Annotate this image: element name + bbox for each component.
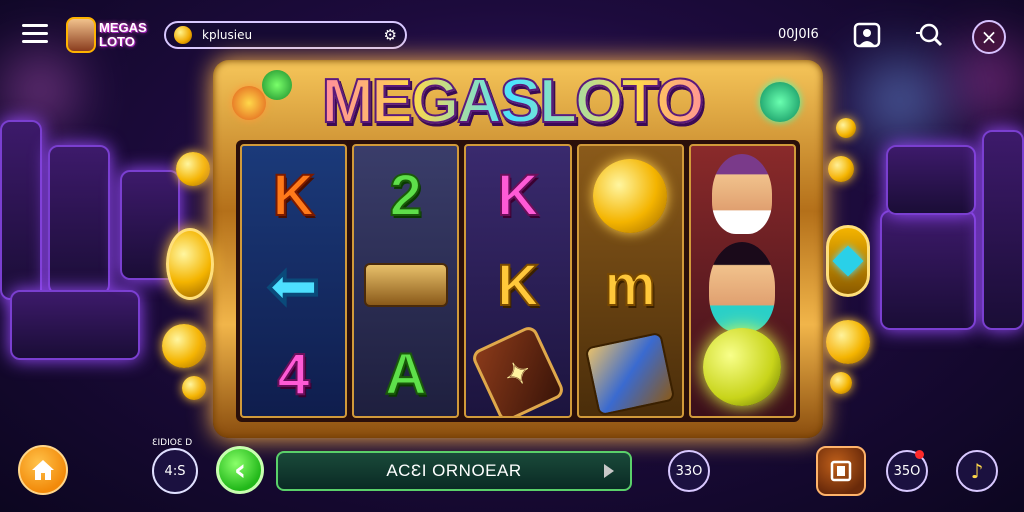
floating-coin <box>162 324 206 368</box>
arrow-symbol-icon: ⬅ <box>267 251 321 322</box>
floating-coin <box>182 376 206 400</box>
arcade-cabinet <box>886 145 976 215</box>
stage-light <box>860 60 940 140</box>
brand-text: MEGAS LOTO <box>99 21 147 49</box>
gallery-icon <box>830 460 852 482</box>
brand-logo[interactable]: MEGAS LOTO <box>66 14 156 56</box>
brand-line-2: LOTO <box>99 34 135 49</box>
home-icon <box>32 460 54 480</box>
reel-symbol: K <box>272 162 316 229</box>
reel-1: K ⬅ 4 <box>240 144 348 418</box>
floating-coin <box>836 118 856 138</box>
reel-2: 2 A <box>352 144 460 418</box>
arcade-cabinet <box>48 145 110 295</box>
reel-3: K K ✦ <box>464 144 572 418</box>
stat-button[interactable]: 33O <box>668 450 710 492</box>
arcade-cabinet <box>880 210 976 330</box>
arcade-cabinet <box>10 290 140 360</box>
bet-selector[interactable]: 4:S <box>152 448 198 494</box>
settings-icon[interactable]: ⚙ <box>384 26 397 44</box>
cube-symbol-icon <box>579 330 682 416</box>
floating-coin <box>828 156 854 182</box>
golden-orb-icon <box>703 328 782 406</box>
brand-line-1: MEGAS <box>99 20 147 35</box>
music-note-icon: ♪ <box>970 459 984 483</box>
side-gem-right <box>826 225 870 297</box>
reel-symbol: 2 <box>389 162 423 229</box>
bet-label: ƐIDIOƐ D <box>152 438 193 448</box>
action-button[interactable]: ACƐI ORNOEAR <box>276 451 632 491</box>
gem-ornament <box>760 82 800 122</box>
brand-avatar <box>66 17 96 53</box>
bottom-bar: ƐIDIOƐ D 4:S ‹ ACƐI ORNOEAR 33O 35O ♪ <box>0 436 1024 512</box>
arcade-cabinet <box>0 120 42 300</box>
gallery-button[interactable] <box>816 446 866 496</box>
bet-value: 4:S <box>164 463 186 479</box>
menu-icon[interactable] <box>22 24 48 44</box>
gold-bars-icon <box>354 241 457 330</box>
notification-dot <box>915 450 924 459</box>
profile-icon[interactable] <box>852 20 882 50</box>
stat-value: 33O <box>675 463 703 479</box>
search-text: kplusieu <box>202 28 253 42</box>
scroll-symbol-icon: ✦ <box>466 324 569 416</box>
game-title: MEGASLOTO <box>262 62 762 142</box>
search-icon[interactable] <box>914 20 944 50</box>
chevron-left-icon: ‹ <box>233 452 247 488</box>
coin-icon <box>174 26 192 44</box>
reel-5 <box>688 144 797 418</box>
reel-symbol: K <box>496 162 540 229</box>
floating-coin <box>830 372 852 394</box>
balance-counter: 00J0I6 <box>778 27 819 42</box>
spin-button[interactable]: ‹ <box>216 446 264 494</box>
side-coin-left <box>166 228 214 300</box>
notifications-button[interactable]: 35O <box>886 450 928 492</box>
floating-coin <box>176 152 210 186</box>
reel-symbol: A <box>384 341 428 408</box>
floating-coin <box>826 320 870 364</box>
reel-grid: K ⬅ 4 2 A K K ✦ m <box>236 140 800 422</box>
reel-symbol: K <box>496 252 540 319</box>
reel-symbol: m <box>603 252 657 319</box>
home-button[interactable] <box>18 445 68 495</box>
reel-symbol: 4 <box>276 341 310 408</box>
search-input[interactable]: kplusieu ⚙ <box>164 21 407 49</box>
character-girl-icon <box>712 154 773 234</box>
close-icon[interactable]: × <box>972 20 1006 54</box>
character-girl-icon <box>709 242 776 332</box>
action-label: ACƐI ORNOEAR <box>386 461 522 480</box>
reel-4: m <box>576 144 684 418</box>
coin-symbol-icon <box>579 151 682 240</box>
music-button[interactable]: ♪ <box>956 450 998 492</box>
arcade-cabinet <box>982 130 1024 330</box>
notification-count: 35O <box>893 463 921 479</box>
play-icon <box>604 464 614 478</box>
gem-ornament <box>232 86 266 120</box>
